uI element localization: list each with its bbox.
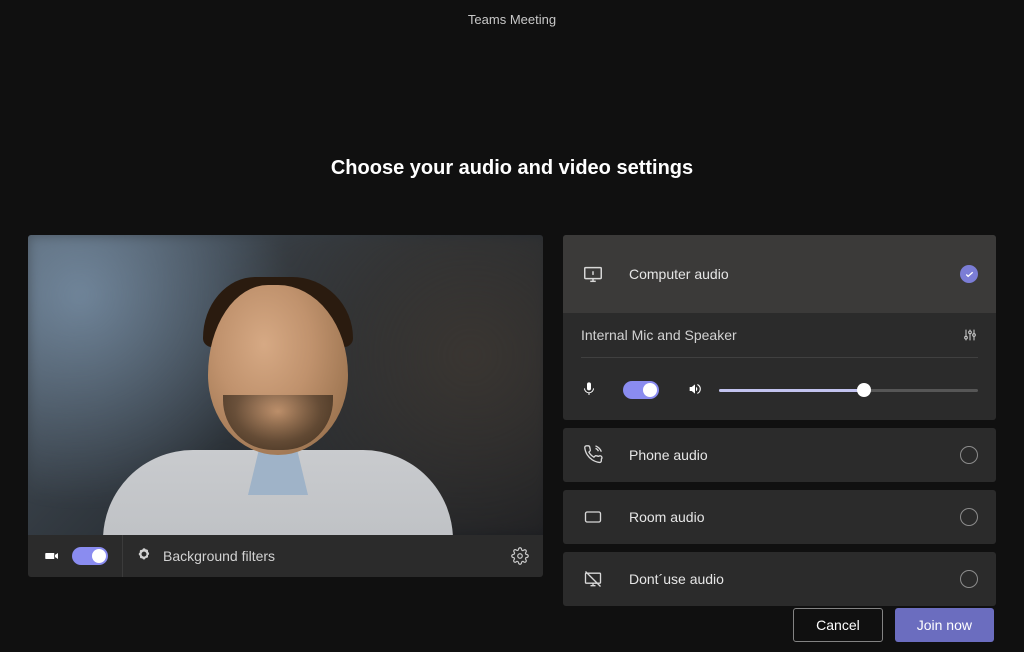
- no-audio-radio[interactable]: [960, 570, 978, 588]
- settings-heading: Choose your audio and video settings: [0, 157, 1024, 180]
- camera-toggle[interactable]: [72, 547, 108, 565]
- audio-device-settings-button[interactable]: [962, 327, 978, 343]
- phone-audio-icon: [581, 443, 605, 467]
- volume-slider-knob[interactable]: [857, 383, 871, 397]
- microphone-icon: [581, 381, 599, 399]
- join-now-button[interactable]: Join now: [895, 608, 994, 642]
- phone-audio-option[interactable]: Phone audio: [563, 428, 996, 482]
- speaker-icon: [687, 381, 705, 399]
- computer-audio-label: Computer audio: [629, 266, 960, 282]
- camera-preview: [28, 235, 543, 535]
- computer-audio-option[interactable]: Computer audio: [563, 235, 996, 313]
- volume-slider[interactable]: [719, 378, 978, 402]
- phone-audio-label: Phone audio: [629, 447, 960, 463]
- microphone-toggle[interactable]: [623, 381, 659, 399]
- background-effects-icon: [135, 546, 153, 567]
- computer-audio-icon: [581, 262, 605, 286]
- background-filters-button[interactable]: Background filters: [123, 535, 511, 577]
- no-audio-icon: [581, 567, 605, 591]
- selected-check-icon: [960, 265, 978, 283]
- room-audio-option[interactable]: Room audio: [563, 490, 996, 544]
- cancel-button[interactable]: Cancel: [793, 608, 883, 642]
- audio-device-config: Internal Mic and Speaker: [563, 313, 996, 420]
- background-filters-label: Background filters: [163, 548, 275, 564]
- room-audio-radio[interactable]: [960, 508, 978, 526]
- audio-panel: Computer audio Internal Mic and Speaker: [563, 235, 996, 606]
- computer-audio-card: Computer audio Internal Mic and Speaker: [563, 235, 996, 420]
- no-audio-label: Dont´use audio: [629, 571, 960, 587]
- room-audio-icon: [581, 505, 605, 529]
- audio-device-label: Internal Mic and Speaker: [581, 327, 737, 343]
- action-buttons: Cancel Join now: [793, 608, 994, 642]
- window-title: Teams Meeting: [0, 0, 1024, 27]
- video-panel: Background filters: [28, 235, 543, 606]
- phone-audio-radio[interactable]: [960, 446, 978, 464]
- video-toolbar: Background filters: [28, 535, 543, 577]
- room-audio-label: Room audio: [629, 509, 960, 525]
- no-audio-option[interactable]: Dont´use audio: [563, 552, 996, 606]
- camera-icon: [42, 546, 62, 566]
- video-settings-button[interactable]: [511, 547, 529, 565]
